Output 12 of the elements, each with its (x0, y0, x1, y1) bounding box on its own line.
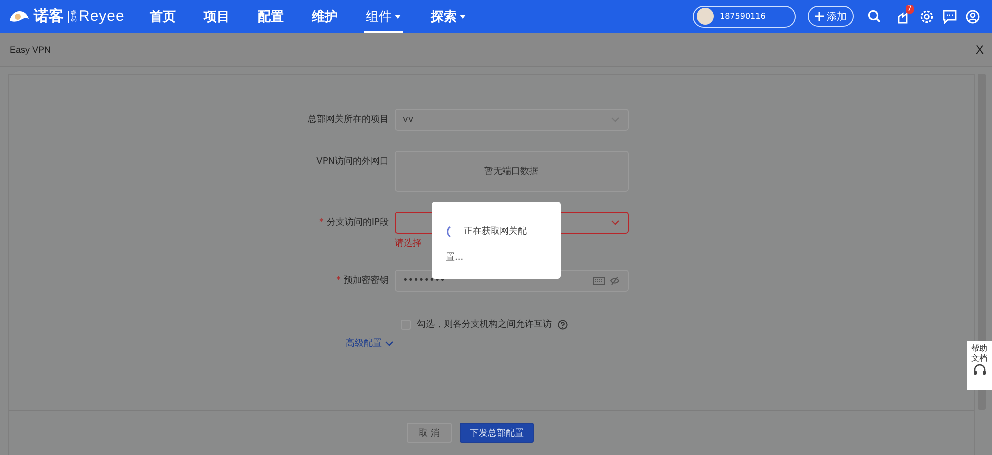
logo-text: 诺客 (34, 7, 64, 26)
error-message: 请选择 (395, 238, 423, 250)
empty-port-box: 暂无端口数据 (395, 151, 629, 192)
brand-logo-text: Reyee (79, 8, 125, 25)
field-label: * 预加密密钥 (336, 274, 390, 288)
account-number: 187590116 (720, 12, 766, 21)
field-label: * 分支访问的IP段 (318, 216, 390, 230)
checkbox-label: 勾选，则各分支机构之间允许互访 (417, 318, 552, 331)
panel-title: Easy VPN (10, 44, 52, 54)
field-label: VPN访问的外网口 (316, 156, 390, 169)
loading-message: 正在获取网关配置... (446, 224, 528, 265)
field-label: 总部网关所在的项目 (307, 114, 390, 127)
